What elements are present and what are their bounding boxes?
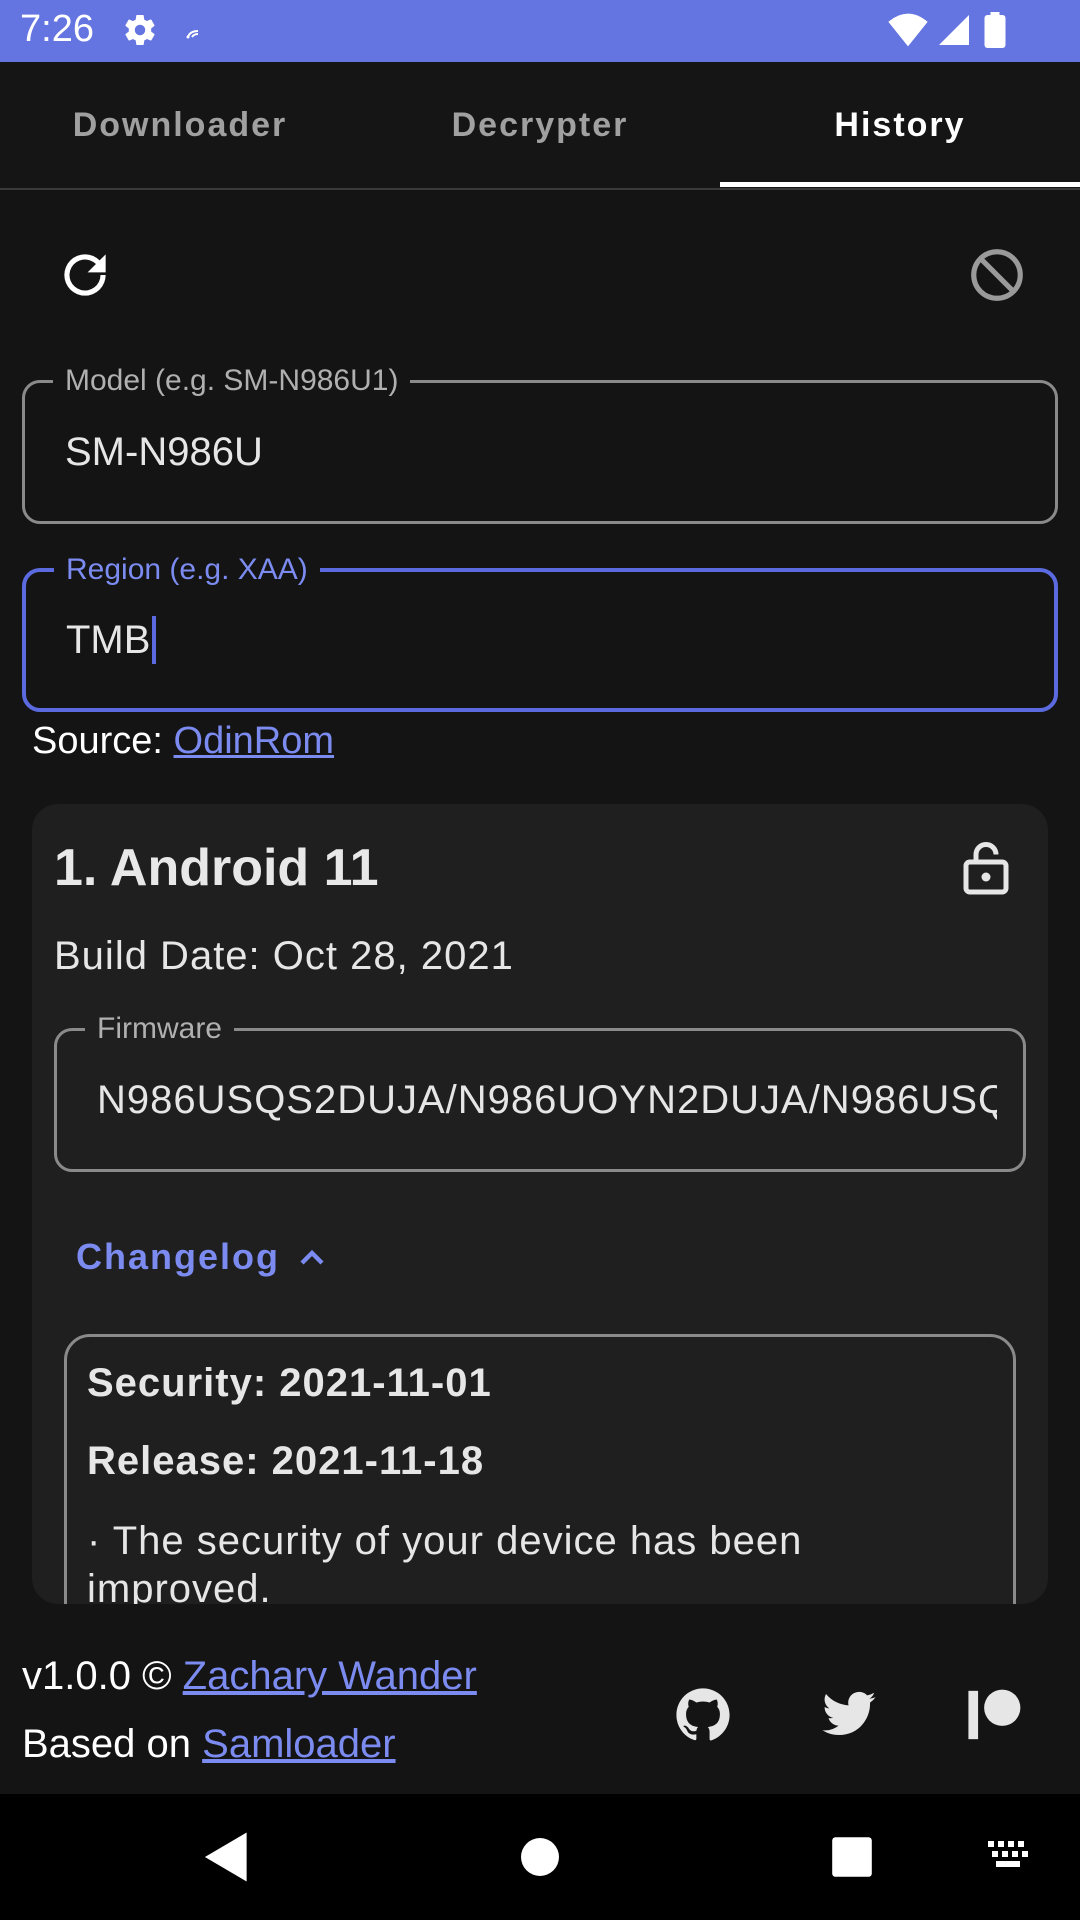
text-caret (152, 616, 157, 664)
firmware-card: 1. Android 11 Build Date: Oct 28, 2021 F… (32, 804, 1048, 1604)
footer-based-on: Based on Samloader (22, 1722, 396, 1767)
back-icon[interactable] (202, 1830, 252, 1889)
build-date: Build Date: Oct 28, 2021 (54, 934, 514, 978)
footer: v1.0.0 © Zachary Wander Based on Samload… (0, 1604, 1080, 1794)
tab-downloader[interactable]: Downloader (0, 62, 360, 188)
recents-icon[interactable] (830, 1830, 874, 1889)
home-icon[interactable] (520, 1830, 560, 1889)
changelog-note: · The security of your device has been i… (87, 1519, 803, 1604)
patreon-icon[interactable] (966, 1686, 1024, 1749)
region-field[interactable]: Region (e.g. XAA) TMB (22, 552, 1058, 712)
region-field-value: TMB (66, 617, 151, 662)
cast-icon (186, 22, 208, 45)
status-bar: 7:26 (0, 0, 1080, 62)
footer-version: v1.0.0 © Zachary Wander (22, 1654, 477, 1699)
tab-history[interactable]: History (720, 62, 1080, 188)
region-field-value-wrap: TMB (66, 572, 157, 708)
source-line: Source: OdinRom (32, 720, 334, 763)
tab-bar: Downloader Decrypter History (0, 62, 1080, 190)
gear-icon (122, 12, 158, 53)
system-nav-bar (0, 1794, 1080, 1920)
keyboard-icon[interactable] (986, 1838, 1030, 1877)
status-time: 7:26 (20, 8, 94, 50)
based-on-text: Based on (22, 1722, 203, 1766)
card-title: 1. Android 11 (54, 839, 379, 897)
battery-icon (984, 12, 1006, 53)
samloader-link[interactable]: Samloader (202, 1722, 395, 1766)
tab-decrypter[interactable]: Decrypter (360, 62, 720, 188)
odinrom-link[interactable]: OdinRom (174, 720, 335, 762)
author-link[interactable]: Zachary Wander (183, 1654, 477, 1698)
twitter-icon[interactable] (820, 1686, 878, 1749)
firmware-field[interactable]: Firmware N986USQS2DUJA/N986UOYN2DUJA/N98… (54, 1011, 1026, 1172)
wifi-icon (888, 12, 928, 53)
changelog-security: Security: 2021-11-01 (87, 1361, 492, 1405)
source-prefix: Source: (32, 720, 174, 762)
tab-indicator (720, 182, 1080, 187)
changelog-box: Security: 2021-11-01 Release: 2021-11-18… (64, 1334, 1016, 1604)
changelog-button[interactable]: Changelog (76, 1236, 326, 1278)
version-text: v1.0.0 © (22, 1654, 183, 1698)
model-field[interactable]: Model (e.g. SM-N986U1) SM-N986U (22, 363, 1058, 524)
firmware-field-value: N986USQS2DUJA/N986UOYN2DUJA/N986USQS2DUJ… (97, 1077, 997, 1122)
lock-open-icon[interactable] (956, 836, 1016, 903)
block-icon[interactable] (966, 244, 1028, 311)
refresh-icon[interactable] (54, 244, 116, 311)
chevron-up-icon (300, 1249, 324, 1265)
signal-icon (936, 12, 972, 53)
github-icon[interactable] (674, 1686, 732, 1749)
model-field-value: SM-N986U (65, 429, 263, 474)
changelog-release: Release: 2021-11-18 (87, 1439, 485, 1483)
changelog-label: Changelog (76, 1236, 280, 1277)
